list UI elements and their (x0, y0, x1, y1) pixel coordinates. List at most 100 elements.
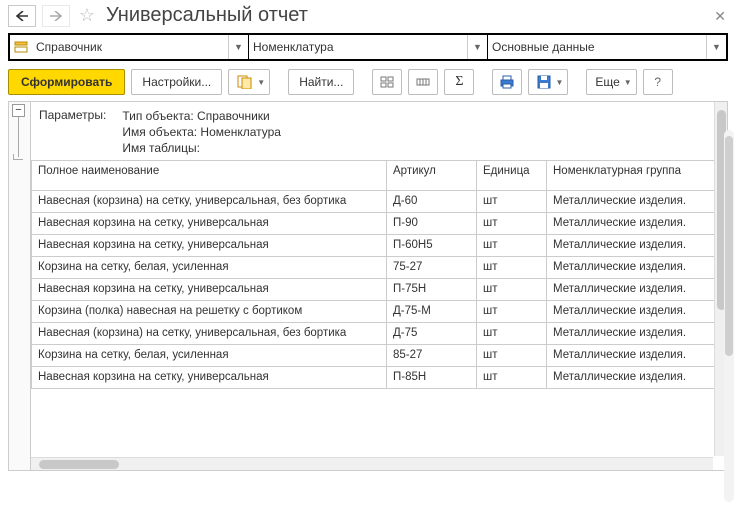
cell-name: Навесная (корзина) на сетку, универсальн… (32, 323, 387, 345)
cell-group: Металлические изделия. (547, 191, 727, 213)
printer-icon (499, 75, 515, 89)
cell-name: Корзина на сетку, белая, усиленная (32, 345, 387, 367)
param-line-object: Имя объекта: Номенклатура (122, 124, 281, 140)
table-row[interactable]: Навесная корзина на сетку, универсальная… (32, 213, 727, 235)
table-row[interactable]: Навесная корзина на сетку, универсальная… (32, 235, 727, 257)
col-article: Артикул (387, 161, 477, 191)
catalog-icon (10, 40, 32, 54)
find-button[interactable]: Найти... (288, 69, 354, 95)
cell-article: Д-75 (387, 323, 477, 345)
save-button[interactable]: ▼ (528, 69, 568, 95)
cell-group: Металлические изделия. (547, 279, 727, 301)
floppy-icon (537, 75, 551, 89)
panel-scrollbar[interactable] (724, 130, 734, 502)
table-row[interactable]: Навесная (корзина) на сетку, универсальн… (32, 191, 727, 213)
tree-collapse-toggle[interactable]: − (12, 104, 25, 117)
tree-end (13, 154, 23, 160)
cell-group: Металлические изделия. (547, 301, 727, 323)
collapse-icon (415, 75, 431, 89)
favorite-star-icon[interactable]: ☆ (76, 5, 98, 27)
table-row[interactable]: Корзина (полка) навесная на решетку с бо… (32, 301, 727, 323)
col-group: Номенклатурная группа (547, 161, 727, 191)
filter-object-type-value: Справочник (32, 40, 228, 54)
table-row[interactable]: Навесная корзина на сетку, универсальная… (32, 279, 727, 301)
variants-icon (237, 75, 253, 89)
cell-group: Металлические изделия. (547, 323, 727, 345)
cell-unit: шт (477, 191, 547, 213)
scroll-thumb[interactable] (39, 460, 119, 469)
help-button[interactable]: ? (643, 69, 673, 95)
filter-object-name-value: Номенклатура (249, 40, 467, 54)
cell-unit: шт (477, 345, 547, 367)
arrow-left-icon (16, 11, 28, 21)
cell-group: Металлические изделия. (547, 345, 727, 367)
table-row[interactable]: Навесная (корзина) на сетку, универсальн… (32, 323, 727, 345)
filter-bar: Справочник ▼ Номенклатура ▼ Основные дан… (8, 33, 728, 61)
chevron-down-icon: ▼ (624, 78, 632, 87)
cell-name: Корзина на сетку, белая, усиленная (32, 257, 387, 279)
dropdown-icon[interactable]: ▼ (228, 35, 248, 59)
cell-unit: шт (477, 367, 547, 389)
form-report-button[interactable]: Сформировать (8, 69, 125, 95)
cell-article: П-85Н (387, 367, 477, 389)
cell-unit: шт (477, 323, 547, 345)
more-label: Еще (595, 75, 619, 89)
chevron-down-icon: ▼ (257, 78, 265, 87)
cell-article: Д-75-М (387, 301, 477, 323)
parameters-caption: Параметры: (39, 108, 106, 156)
dropdown-icon[interactable]: ▼ (467, 35, 487, 59)
filter-object-name[interactable]: Номенклатура ▼ (249, 35, 488, 59)
col-name: Полное наименование (32, 161, 387, 191)
table-row[interactable]: Корзина на сетку, белая, усиленная85-27ш… (32, 345, 727, 367)
cell-group: Металлические изделия. (547, 213, 727, 235)
cell-name: Навесная корзина на сетку, универсальная (32, 367, 387, 389)
param-line-table: Имя таблицы: (122, 140, 281, 156)
nav-forward-button (42, 5, 70, 27)
cell-unit: шт (477, 301, 547, 323)
cell-unit: шт (477, 213, 547, 235)
scroll-thumb[interactable] (725, 136, 733, 356)
cell-unit: шт (477, 257, 547, 279)
sum-button[interactable]: Σ (444, 69, 474, 95)
table-header-row: Полное наименование Артикул Единица Номе… (32, 161, 727, 191)
report-parameters: Параметры: Тип объекта: Справочники Имя … (31, 102, 727, 160)
filter-table-name-value: Основные данные (488, 40, 706, 54)
table-row[interactable]: Корзина на сетку, белая, усиленная75-27ш… (32, 257, 727, 279)
cell-article: П-75Н (387, 279, 477, 301)
dropdown-icon[interactable]: ▼ (706, 35, 726, 59)
cell-article: Д-60 (387, 191, 477, 213)
cell-unit: шт (477, 279, 547, 301)
group-gutter: − (9, 102, 31, 470)
report-area: − Параметры: Тип объекта: Справочники Им… (8, 101, 728, 471)
chevron-down-icon: ▼ (555, 78, 563, 87)
question-icon: ? (654, 75, 661, 89)
report-table: Полное наименование Артикул Единица Номе… (31, 160, 727, 389)
variants-button[interactable]: ▼ (228, 69, 270, 95)
cell-name: Навесная (корзина) на сетку, универсальн… (32, 191, 387, 213)
filter-object-type[interactable]: Справочник ▼ (10, 35, 249, 59)
cell-name: Навесная корзина на сетку, универсальная (32, 279, 387, 301)
print-button[interactable] (492, 69, 522, 95)
expand-icon (379, 75, 395, 89)
tree-line (18, 117, 19, 157)
collapse-groups-button[interactable] (408, 69, 438, 95)
cell-article: П-60Н5 (387, 235, 477, 257)
col-unit: Единица (477, 161, 547, 191)
nav-back-button[interactable] (8, 5, 36, 27)
sigma-icon: Σ (455, 74, 463, 90)
table-row[interactable]: Навесная корзина на сетку, универсальная… (32, 367, 727, 389)
close-button[interactable]: ✕ (714, 8, 726, 25)
expand-groups-button[interactable] (372, 69, 402, 95)
toolbar: Сформировать Настройки... ▼ Найти... Σ ▼… (8, 69, 728, 95)
more-button[interactable]: Еще ▼ (586, 69, 636, 95)
cell-name: Корзина (полка) навесная на решетку с бо… (32, 301, 387, 323)
cell-article: 75-27 (387, 257, 477, 279)
cell-group: Металлические изделия. (547, 257, 727, 279)
cell-group: Металлические изделия. (547, 235, 727, 257)
horizontal-scrollbar[interactable] (31, 457, 713, 470)
settings-button[interactable]: Настройки... (131, 69, 222, 95)
cell-unit: шт (477, 235, 547, 257)
cell-name: Навесная корзина на сетку, универсальная (32, 213, 387, 235)
filter-table-name[interactable]: Основные данные ▼ (488, 35, 726, 59)
cell-name: Навесная корзина на сетку, универсальная (32, 235, 387, 257)
